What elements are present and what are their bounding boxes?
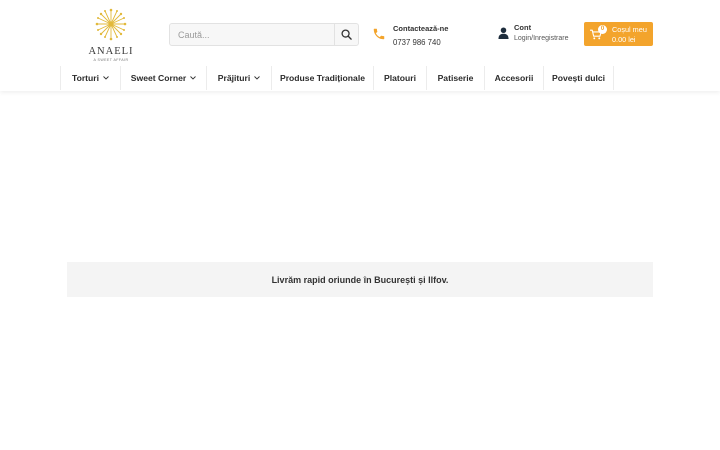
chevron-down-icon: [254, 76, 261, 80]
nav-item-povesti-dulci[interactable]: Povești dulci: [543, 66, 614, 90]
logo-tagline: A SWEET AFFAIR: [93, 58, 129, 62]
logo-wordmark: ANAELI: [88, 46, 134, 57]
contact-title: Contactează-ne: [393, 24, 449, 33]
nav-item-prajituri[interactable]: Prăjituri: [206, 66, 271, 90]
nav-item-label: Prăjituri: [217, 73, 251, 83]
search-icon: [341, 29, 352, 40]
nav-item-produse-traditionale[interactable]: Produse Tradiționale: [271, 66, 373, 90]
nav-item-label: Platouri: [384, 73, 416, 83]
nav-item-label: Povești dulci: [551, 73, 605, 83]
account-link[interactable]: Cont Login/Inregistrare: [498, 22, 578, 48]
search-bar: [169, 23, 359, 46]
nav-item-sweet-corner[interactable]: Sweet Corner: [120, 66, 206, 90]
cart-label: Coșul meu: [612, 25, 647, 34]
nav-item-torturi[interactable]: Torturi: [60, 66, 120, 90]
chevron-down-icon: [190, 76, 197, 80]
main-navigation: Torturi Sweet Corner Prăjituri Produse T…: [60, 66, 614, 90]
user-icon: [498, 27, 509, 39]
cart-total: 0.00 lei: [612, 35, 636, 44]
nav-item-label: Sweet Corner: [130, 73, 187, 83]
cart-button[interactable]: 0 Coșul meu 0.00 lei: [584, 22, 653, 46]
search-input[interactable]: [170, 24, 334, 45]
nav-item-label: Produse Tradiționale: [279, 73, 365, 83]
nav-item-patiserie[interactable]: Patiserie: [426, 66, 484, 90]
account-title: Cont: [514, 23, 532, 32]
delivery-banner: Livrăm rapid oriunde în București și Ilf…: [67, 262, 653, 297]
dandelion-logo-icon: [95, 8, 127, 41]
phone-icon: [373, 28, 385, 40]
logo[interactable]: ANAELI A SWEET AFFAIR: [86, 8, 136, 62]
chevron-down-icon: [103, 76, 109, 80]
login-register-link[interactable]: Login/Inregistrare: [514, 35, 568, 42]
nav-item-accesorii[interactable]: Accesorii: [484, 66, 543, 90]
contact-link[interactable]: Contactează-ne 0737 986 740: [372, 22, 482, 50]
delivery-banner-text: Livrăm rapid oriunde în București și Ilf…: [271, 274, 449, 285]
nav-item-label: Accesorii: [494, 73, 534, 83]
cart-count-badge: 0: [598, 25, 607, 34]
nav-item-label: Patiserie: [437, 73, 474, 83]
nav-item-platouri[interactable]: Platouri: [373, 66, 426, 90]
site-header: ANAELI A SWEET AFFAIR Contactează-ne 073…: [0, 0, 720, 91]
search-button[interactable]: [334, 24, 358, 45]
nav-item-label: Torturi: [71, 73, 100, 83]
contact-phone-number: 0737 986 740: [393, 38, 441, 47]
